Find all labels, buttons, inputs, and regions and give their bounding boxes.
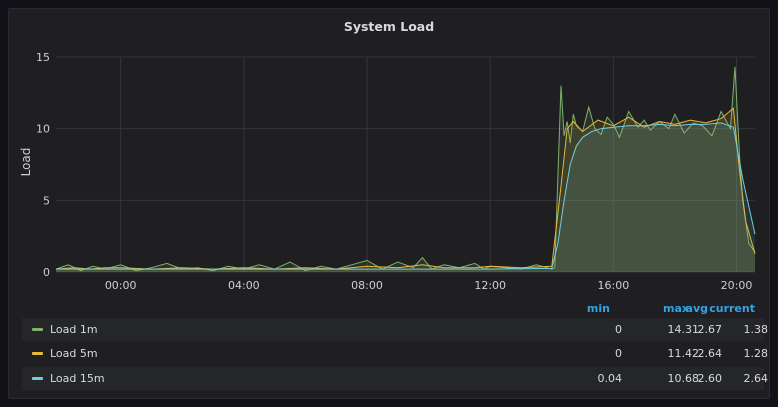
legend-color-swatch[interactable] bbox=[32, 352, 43, 355]
x-tick-label: 00:00 bbox=[105, 279, 137, 292]
legend-value-current: 2.64 bbox=[743, 372, 769, 385]
legend-series-name[interactable]: Load 5m bbox=[50, 347, 98, 360]
legend-header: min max avg current bbox=[9, 302, 771, 316]
legend-value-current: 1.28 bbox=[743, 347, 769, 360]
legend-series-name[interactable]: Load 1m bbox=[50, 323, 98, 336]
legend-value-min: 0 bbox=[615, 347, 622, 360]
x-tick-label: 20:00 bbox=[721, 279, 753, 292]
legend-value-min: 0 bbox=[615, 323, 622, 336]
legend-value-current: 1.38 bbox=[743, 323, 769, 336]
legend-row[interactable]: Load 5m 0 11.42 2.64 1.28 bbox=[22, 342, 768, 365]
y-tick-label: 15 bbox=[36, 51, 50, 64]
legend-series-name[interactable]: Load 15m bbox=[50, 372, 105, 385]
y-tick-label: 10 bbox=[36, 123, 50, 136]
chart-series bbox=[55, 66, 756, 273]
x-tick-label: 16:00 bbox=[598, 279, 630, 292]
y-tick-label: 0 bbox=[43, 266, 50, 279]
system-load-panel: System Load 0 5 10 15 00:00 04:00 08:00 12:00 16… bbox=[8, 8, 770, 399]
legend-value-min: 0.04 bbox=[597, 372, 623, 385]
legend-color-swatch[interactable] bbox=[32, 377, 43, 380]
legend-col-min[interactable]: min bbox=[560, 302, 610, 315]
legend-col-current[interactable]: current bbox=[705, 302, 755, 315]
legend-row[interactable]: Load 15m 0.04 10.68 2.60 2.64 bbox=[22, 367, 768, 390]
legend-row[interactable]: Load 1m 0 14.31 2.67 1.38 bbox=[22, 318, 768, 341]
x-tick-label: 08:00 bbox=[351, 279, 383, 292]
y-axis-label: Load bbox=[19, 148, 33, 177]
legend-color-swatch[interactable] bbox=[32, 328, 43, 331]
load-chart[interactable]: 0 5 10 15 00:00 04:00 08:00 12:00 16:00 20:00 Loa… bbox=[9, 9, 771, 294]
y-tick-label: 5 bbox=[43, 194, 50, 207]
legend-col-avg[interactable]: avg bbox=[658, 302, 708, 315]
x-tick-label: 04:00 bbox=[228, 279, 260, 292]
x-tick-label: 12:00 bbox=[474, 279, 506, 292]
series-area bbox=[56, 122, 755, 273]
